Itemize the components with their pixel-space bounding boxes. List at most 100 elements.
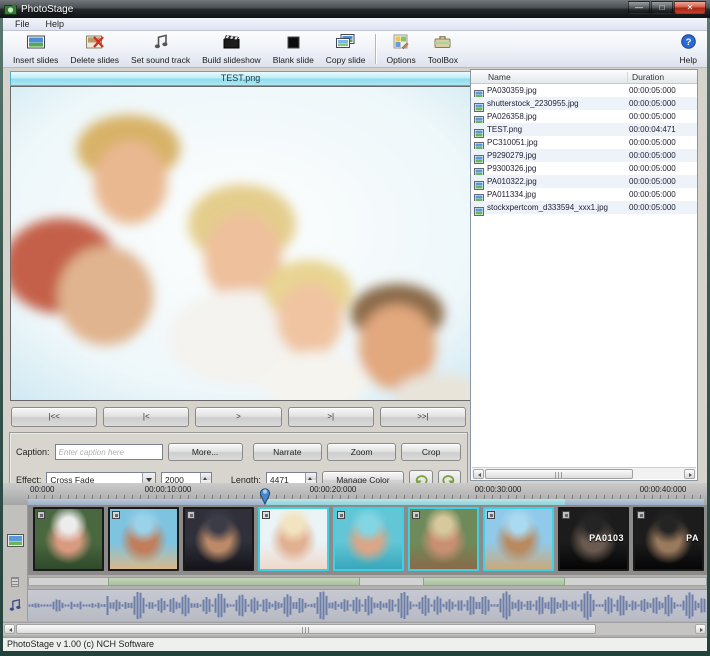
file-list-panel: Name Duration PA030359.jpg 00:00:05:000 sh… — [470, 69, 698, 481]
audio-waveform-track[interactable] — [28, 589, 707, 621]
caption-input[interactable] — [54, 444, 163, 460]
file-name: TEST.png — [487, 125, 523, 134]
file-name: stockxpertcom_d333594_xxx1.jpg — [487, 203, 608, 212]
toolbar-button-set-sound-track[interactable]: Set sound track — [125, 32, 196, 66]
preview-image — [10, 86, 471, 401]
file-duration: 00:00:05:000 — [629, 164, 676, 173]
timeline-hscrollbar[interactable] — [3, 622, 707, 635]
slide-beach-lounger[interactable] — [108, 507, 179, 571]
toolbar: Insert slides Delete slides Set sound trac… — [3, 31, 707, 68]
image-file-icon — [474, 203, 484, 216]
file-duration: 00:00:05:000 — [629, 138, 676, 147]
file-duration: 00:00:05:000 — [629, 203, 676, 212]
file-name: PC310051.jpg — [487, 138, 538, 147]
column-header-duration[interactable]: Duration — [627, 72, 664, 84]
menu-bar: File Help — [3, 18, 707, 31]
title-bar[interactable]: PhotoStage — □ ✕ — [0, 0, 710, 18]
toolbar-button-label: Insert slides — [13, 55, 59, 65]
menu-item-file[interactable]: File — [8, 19, 37, 29]
ruler-tick-label: 00:000 — [30, 485, 55, 494]
toolbar-button-label: Options — [386, 55, 416, 65]
file-row[interactable]: stockxpertcom_d333594_xxx1.jpg 00:00:05:0… — [471, 201, 697, 216]
file-rows: PA030359.jpg 00:00:05:000 shutterstock_223… — [471, 84, 697, 216]
transition-track-gutter — [3, 575, 28, 589]
spin-up-icon[interactable] — [200, 472, 211, 480]
slides-track-icon — [6, 533, 24, 547]
slide-man-portrait[interactable] — [183, 507, 254, 571]
file-row[interactable]: P9300326.jpg 00:00:05:000 — [471, 162, 697, 177]
window-body: File Help Insert slides Delete slides Set s… — [3, 18, 707, 651]
file-duration: 00:00:05:000 — [629, 151, 676, 160]
toolbar-button-insert-slides[interactable]: Insert slides — [7, 32, 64, 66]
previous-slide-button[interactable]: |< — [103, 407, 190, 427]
toolbox-icon — [434, 34, 451, 54]
toolbar-button-options[interactable]: Options — [380, 32, 421, 66]
file-row[interactable]: PA030359.jpg 00:00:05:000 — [471, 84, 697, 99]
file-row[interactable]: PC310051.jpg 00:00:05:000 — [471, 136, 697, 151]
transport-controls: |<< |< > >| >>| — [6, 404, 471, 430]
slide-pool[interactable] — [333, 507, 404, 571]
slide-girl-cap[interactable] — [33, 507, 104, 571]
toolbar-button-blank-slide[interactable]: Blank slide — [267, 32, 320, 66]
more-button[interactable]: More... — [167, 443, 243, 461]
slide-badge-icon — [412, 511, 420, 519]
file-row[interactable]: PA010322.jpg 00:00:05:000 — [471, 175, 697, 190]
image-file-icon — [474, 190, 484, 203]
file-row[interactable]: shutterstock_2230955.jpg 00:00:05:000 — [471, 97, 697, 112]
toolbar-button-help[interactable]: ? Help — [674, 32, 703, 66]
zoom-button[interactable]: Zoom — [326, 443, 397, 461]
preview-title: TEST.png — [10, 71, 471, 86]
playhead-marker[interactable] — [260, 485, 270, 505]
scroll-left-icon[interactable] — [473, 469, 484, 479]
image-file-icon — [474, 177, 484, 190]
scroll-thumb[interactable] — [16, 624, 596, 634]
narrate-button[interactable]: Narrate — [252, 443, 322, 461]
slide-badge-icon — [112, 511, 120, 519]
track-handle[interactable] — [11, 577, 19, 587]
menu-item-help[interactable]: Help — [39, 19, 72, 29]
file-row[interactable]: PA026358.jpg 00:00:05:000 — [471, 110, 697, 125]
scroll-thumb[interactable] — [485, 469, 633, 479]
file-row[interactable]: P9290279.jpg 00:00:05:000 — [471, 149, 697, 164]
slide-badge-icon — [262, 511, 270, 519]
scroll-left-icon[interactable] — [4, 624, 15, 634]
scroll-right-icon[interactable] — [695, 624, 706, 634]
close-button[interactable]: ✕ — [674, 1, 706, 14]
file-list-hscrollbar[interactable] — [472, 467, 696, 479]
next-slide-button[interactable]: >| — [287, 407, 374, 427]
scroll-right-icon[interactable] — [684, 469, 695, 479]
minimize-button[interactable]: — — [628, 1, 650, 14]
insert-slide-icon — [26, 35, 45, 54]
file-row[interactable]: TEST.png 00:00:04:471 — [471, 123, 697, 138]
go-to-start-button[interactable]: |<< — [11, 407, 98, 427]
slide-filename-label: PA0103 — [589, 533, 624, 543]
crop-button[interactable]: Crop — [401, 443, 461, 461]
file-row[interactable]: PA011334.jpg 00:00:05:000 — [471, 188, 697, 203]
slide-beach-kayak[interactable] — [483, 507, 554, 571]
slide-market[interactable] — [408, 507, 479, 571]
toolbar-button-build-slideshow[interactable]: Build slideshow — [196, 32, 267, 66]
build-slideshow-icon — [223, 34, 240, 54]
toolbar-button-toolbox[interactable]: ToolBox — [422, 32, 464, 66]
slide-pa-partial[interactable]: PA — [633, 507, 704, 571]
slide-pa0103[interactable]: PA0103 — [558, 507, 629, 571]
play-button[interactable]: > — [195, 407, 282, 427]
spin-up-icon[interactable] — [305, 472, 316, 480]
slide-family[interactable] — [258, 507, 329, 571]
toolbar-button-delete-slides[interactable]: Delete slides — [64, 32, 125, 66]
image-file-icon — [474, 86, 484, 99]
maximize-button[interactable]: □ — [651, 1, 673, 14]
go-to-end-button[interactable]: >>| — [379, 407, 467, 427]
file-name: P9300326.jpg — [487, 164, 537, 173]
column-header-name[interactable]: Name — [488, 72, 511, 82]
toolbar-button-copy-slide[interactable]: Copy slide — [320, 32, 372, 66]
image-file-icon — [474, 125, 484, 138]
image-file-icon — [474, 151, 484, 164]
toolbar-button-label: Help — [679, 55, 697, 65]
toolbar-button-label: ToolBox — [427, 55, 459, 65]
file-name: PA010322.jpg — [487, 177, 537, 186]
blank-slide-icon — [287, 36, 300, 54]
timeline-ruler[interactable]: 00:000 00:00:10:000 00:00:20:000 00:00:30:0… — [3, 483, 707, 505]
slide-badge-icon — [337, 511, 345, 519]
transition-segment — [423, 577, 565, 586]
